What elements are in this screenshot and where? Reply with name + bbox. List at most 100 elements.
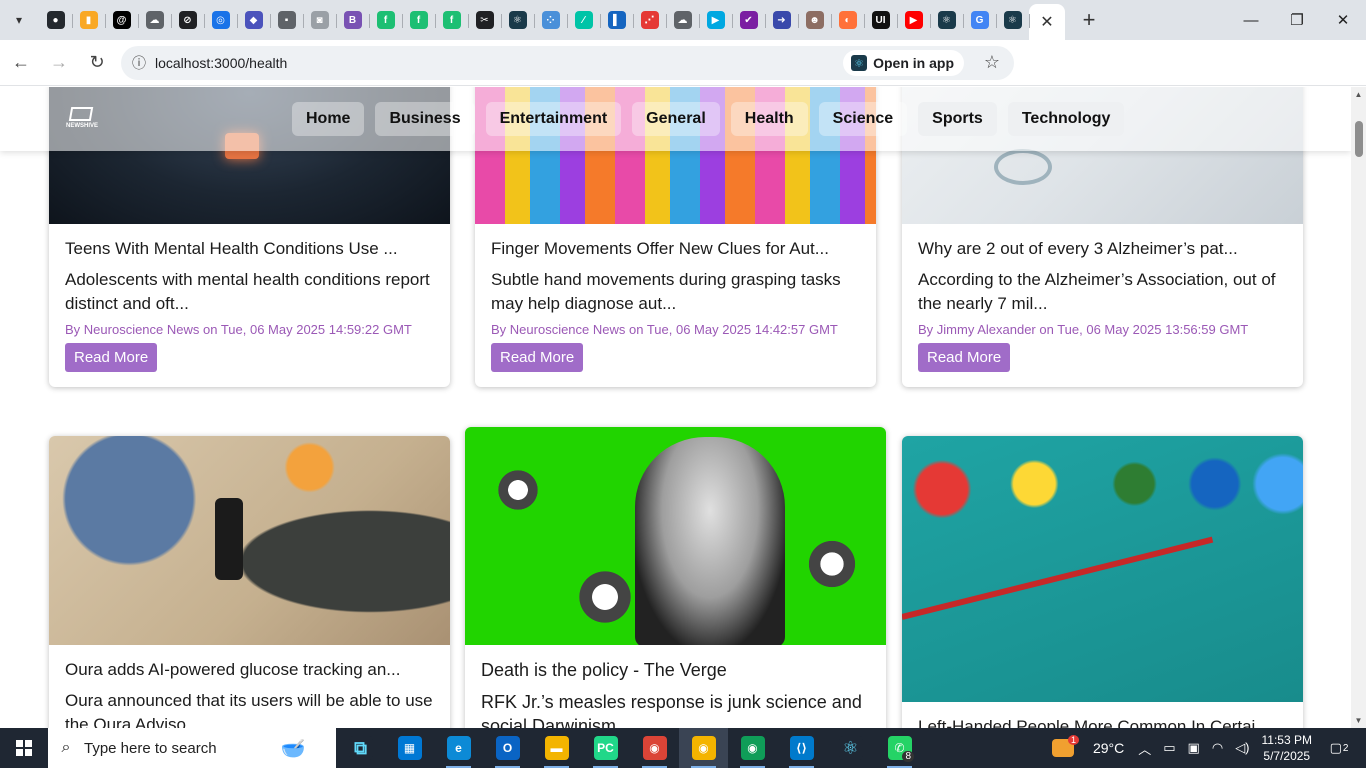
url-text[interactable]: localhost:3000/health (155, 55, 287, 71)
site-info-icon[interactable]: ⓘ (123, 53, 155, 73)
browser-tab[interactable]: ⋰ (633, 4, 666, 36)
browser-tab[interactable]: ◙ (303, 4, 336, 36)
site-logo[interactable]: NEWSHIVE (66, 107, 98, 129)
react-app-taskbar-button[interactable]: ⚛ (826, 728, 875, 768)
article-title: Why are 2 out of every 3 Alzheimer’s pat… (918, 239, 1238, 258)
forward-button[interactable]: → (42, 46, 76, 80)
browser-tab[interactable]: ◎ (204, 4, 237, 36)
open-in-app-button[interactable]: ⚛ Open in app (843, 50, 964, 76)
edge-taskbar-button[interactable]: e (434, 728, 483, 768)
chrome-icon-1: ◉ (642, 736, 667, 760)
browser-tab[interactable]: G (963, 4, 996, 36)
browser-tab[interactable]: UI (864, 4, 897, 36)
site-navbar: NEWSHIVE Home Business Entertainment Genera… (0, 87, 1351, 151)
tab-search-button[interactable]: ▾ (5, 6, 33, 34)
page-scrollbar[interactable]: ▲ ▼ (1351, 87, 1366, 728)
file-explorer-taskbar-button[interactable]: ▬ (532, 728, 581, 768)
nav-link-science[interactable]: Science (818, 102, 908, 136)
start-button[interactable] (0, 728, 48, 768)
vscode-taskbar-button[interactable]: ⟨⟩ (777, 728, 826, 768)
nav-link-entertainment[interactable]: Entertainment (485, 102, 622, 136)
scroll-down-icon[interactable]: ▼ (1351, 713, 1366, 728)
browser-tab[interactable]: f (369, 4, 402, 36)
store-taskbar-button[interactable]: ▦ (385, 728, 434, 768)
outlook-taskbar-button[interactable]: O (483, 728, 532, 768)
whatsapp-taskbar-button[interactable]: ✆ 8 (875, 728, 924, 768)
scrollbar-thumb[interactable] (1355, 121, 1363, 157)
virus-shape (805, 537, 859, 591)
reload-icon: ↻ (89, 52, 105, 72)
browser-tab[interactable]: ⊘ (171, 4, 204, 36)
battery-icon[interactable]: ▭ (1163, 740, 1175, 756)
portrait-shape (635, 437, 785, 645)
bookmark-star-icon[interactable]: ☆ (984, 52, 1000, 73)
fiverr-1-icon: f (376, 11, 395, 29)
browser-tab[interactable]: ☁ (666, 4, 699, 36)
nav-link-technology[interactable]: Technology (1007, 102, 1125, 136)
close-tab-icon[interactable]: ✕ (1040, 12, 1053, 32)
article-description: Oura announced that its users will be ab… (65, 691, 433, 728)
reload-button[interactable]: ↻ (80, 46, 114, 80)
fiverr-2-icon: f (409, 11, 428, 29)
close-window-button[interactable]: ✕ (1320, 0, 1366, 40)
article-card: Left-Handed People More Common In Certai… (902, 436, 1303, 728)
read-more-button[interactable]: Read More (65, 343, 158, 372)
browser-tab[interactable]: ✂ (468, 4, 501, 36)
address-bar[interactable]: ⓘ localhost:3000/health ⚛ Open in app ☆ (121, 46, 1014, 80)
browser-tab[interactable]: ● (39, 4, 72, 36)
browser-tab[interactable]: ☻ (798, 4, 831, 36)
task-view-icon: ⧉ (348, 736, 373, 760)
chrome-1-taskbar-button[interactable]: ◉ (630, 728, 679, 768)
browser-tab[interactable]: ◐ (831, 4, 864, 36)
browser-tab[interactable]: ▪ (270, 4, 303, 36)
read-more-button[interactable]: Read More (491, 343, 584, 372)
minimize-button[interactable]: — (1228, 0, 1274, 40)
browser-tab[interactable]: ▶ (699, 4, 732, 36)
browser-tab[interactable]: ▶ (897, 4, 930, 36)
browser-tab[interactable]: ⚛ (996, 4, 1029, 36)
active-tab[interactable]: ✕ (1029, 4, 1065, 40)
pycharm-taskbar-button[interactable]: PC (581, 728, 630, 768)
browser-tab[interactable]: ☁ (138, 4, 171, 36)
maximize-button[interactable]: ❐ (1274, 0, 1320, 40)
scroll-up-icon[interactable]: ▲ (1351, 87, 1366, 102)
browser-tab[interactable]: f (402, 4, 435, 36)
browser-tab[interactable]: ➜ (765, 4, 798, 36)
nav-link-sports[interactable]: Sports (918, 102, 997, 136)
browser-tab[interactable]: ◆ (237, 4, 270, 36)
react-app-icon: ⚛ (851, 55, 868, 71)
browser-tab[interactable]: ⁘ (534, 4, 567, 36)
volume-icon[interactable]: ◁) (1235, 740, 1249, 756)
chevron-up-icon[interactable]: ︿ (1138, 739, 1151, 758)
chrome-2-taskbar-button[interactable]: ◉ (679, 728, 728, 768)
wifi-icon[interactable]: ◠ (1212, 740, 1223, 756)
browser-tab[interactable]: ▌ (600, 4, 633, 36)
browser-tab[interactable]: ⚛ (501, 4, 534, 36)
notifications-button[interactable]: ▢ 2 (1326, 737, 1352, 759)
nav-link-business[interactable]: Business (375, 102, 475, 136)
nav-link-health[interactable]: Health (730, 102, 808, 136)
browser-tab[interactable]: f (435, 4, 468, 36)
browser-tab[interactable]: @ (105, 4, 138, 36)
weather-widget[interactable]: 1 29°C (1051, 735, 1124, 757)
article-image (902, 436, 1303, 702)
taskbar-search[interactable]: ⌕ Type here to search 🥣 (48, 728, 336, 768)
back-button[interactable]: ← (4, 46, 38, 80)
nav-link-home[interactable]: Home (292, 102, 365, 136)
nav-link-general[interactable]: General (632, 102, 720, 136)
article-description: Subtle hand movements during grasping ta… (491, 270, 841, 313)
edge-icon: e (446, 736, 471, 760)
clock[interactable]: 11:53 PM 5/7/2025 (1262, 732, 1312, 764)
display-icon[interactable]: ▣ (1188, 740, 1200, 756)
browser-tab[interactable]: ✔ (732, 4, 765, 36)
browser-tab[interactable]: B (336, 4, 369, 36)
virus-shape (575, 567, 635, 627)
chrome-3-taskbar-button[interactable]: ◉ (728, 728, 777, 768)
task-view-taskbar-button[interactable]: ⧉ (336, 728, 385, 768)
arrow-icon: ➜ (772, 11, 791, 29)
browser-tab[interactable]: ▮ (72, 4, 105, 36)
browser-tab[interactable]: ⚛ (930, 4, 963, 36)
browser-tab[interactable]: ∕ (567, 4, 600, 36)
read-more-button[interactable]: Read More (918, 343, 1011, 372)
new-tab-button[interactable]: + (1075, 6, 1103, 34)
